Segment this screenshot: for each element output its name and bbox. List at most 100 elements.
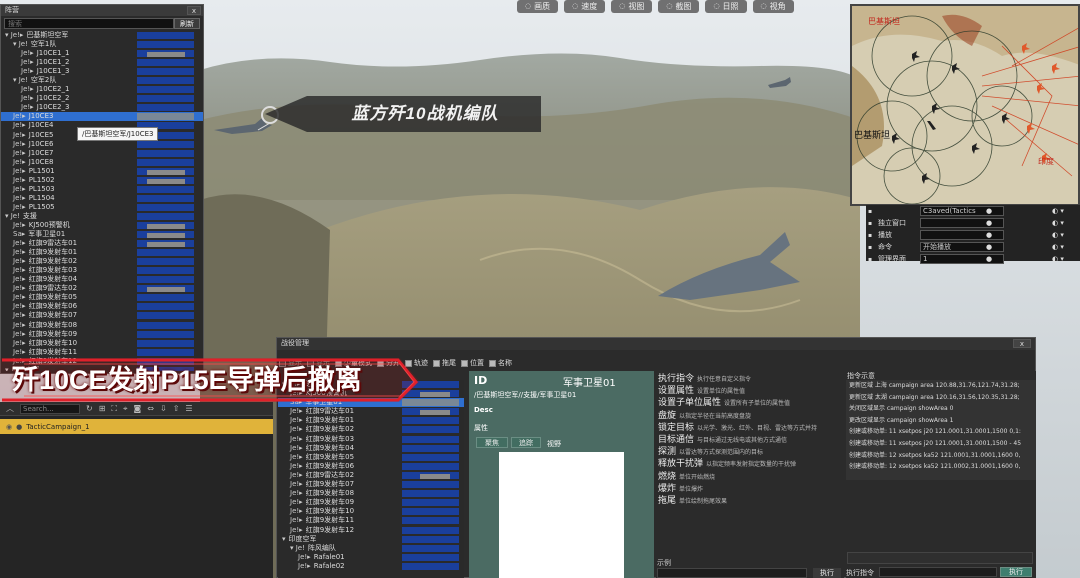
command-item[interactable]: 设置属性 设置单位的属性值 (656, 383, 844, 395)
filter-checkbox[interactable]: 名称 (489, 358, 512, 368)
toolbar-button-1[interactable]: ◌ 速度 (564, 0, 606, 13)
command-log-entry[interactable]: 更改区域显示 campaign showArea 1 (846, 415, 1036, 427)
tree-row[interactable]: ▾ Je!▸ 巴基斯坦空军 (1, 31, 203, 40)
property-dot-icon[interactable]: ● (986, 219, 992, 227)
tactic-item[interactable]: ◉ ● TacticCampaign_1 (0, 419, 273, 434)
tree-row[interactable]: Je!▸ 红旗9发射车07 (278, 480, 464, 489)
tree-row[interactable]: Je!▸ 红旗9发射车08 (1, 321, 203, 330)
property-control[interactable]: ◐ ▾ (1052, 231, 1064, 239)
tree-row[interactable]: Je!▸ 红旗9发射车06 (278, 462, 464, 471)
tree-row[interactable]: Je!▸ 红旗9发射车02 (1, 257, 203, 266)
command-item[interactable]: 探测 以雷达等方式探测范围内的目标 (656, 444, 844, 456)
formation-refresh-button[interactable]: 刷新 (174, 18, 200, 29)
tree-row[interactable]: Je!▸ J10CE2_3 (1, 103, 203, 112)
tree-row[interactable]: Je!▸ 红旗9雷达车01 (1, 239, 203, 248)
command-item[interactable]: 锁定目标 以光学、激光、红外、目视、雷达等方式并持 (656, 420, 844, 432)
command-log-entry[interactable]: 创建或移动单: 12 xsetpos ka52 121.0001,31.0001… (846, 450, 1036, 462)
tree-row[interactable]: ▾ Je! 空军1队 (1, 40, 203, 49)
command-item[interactable]: 释放干扰弹 以指定频率发射指定数量的干扰弹 (656, 456, 844, 468)
formation-panel-close-button[interactable]: x (187, 6, 201, 15)
command-item[interactable]: 拖尾 单位绘制拖尾效果 (656, 493, 844, 505)
command-item[interactable]: 执行指令 执行任意自定义指令 (656, 371, 844, 383)
property-control[interactable]: ◐ ▾ (1052, 219, 1064, 227)
tree-row[interactable]: Je!▸ J10CE1_2 (1, 58, 203, 67)
tree-row[interactable]: ▾ Je! 支援 (1, 212, 203, 221)
tree-row[interactable]: Je!▸ 红旗9发射车01 (1, 248, 203, 257)
command-item[interactable]: 设置子单位属性 设置所有子单位的属性值 (656, 395, 844, 407)
tree-row[interactable]: Je!▸ 红旗9发射车09 (1, 330, 203, 339)
tree-row[interactable]: Je!▸ PL1501 (1, 167, 203, 176)
tree-row[interactable]: Je!▸ 红旗9雷达车02 (1, 284, 203, 293)
tree-row[interactable]: Je!▸ PL1502 (1, 176, 203, 185)
tree-row[interactable]: Je!▸ J10CE1_3 (1, 67, 203, 76)
campaign-close-button[interactable]: x (1013, 339, 1031, 348)
focus-button[interactable]: 聚焦 (476, 437, 508, 448)
tree-row[interactable]: ▾印度空军 (278, 535, 464, 544)
filter-checkbox[interactable]: 位置 (461, 358, 484, 368)
tree-row[interactable]: Je!▸ 红旗9雷达车02 (278, 471, 464, 480)
property-dot-icon[interactable]: ● (986, 207, 992, 215)
tree-row[interactable]: Je!▸ J10CE8 (1, 158, 203, 167)
toolbar-button-2[interactable]: ◌ 视图 (611, 0, 653, 13)
command-log-entry[interactable]: 创建或移动单: 11 xsetpos j20 121.0001,31.0001,… (846, 426, 1036, 438)
command-log-entry[interactable]: 关闭区域显示 campaign showArea 0 (846, 403, 1036, 415)
tree-row[interactable]: Je!▸ 红旗9发射车04 (1, 275, 203, 284)
tree-row[interactable]: ▾ Je! 空军2队 (1, 76, 203, 85)
tree-row[interactable]: Je!▸ PL1505 (1, 203, 203, 212)
command-item[interactable]: 盘旋 以指定半径在当前高度盘旋 (656, 408, 844, 420)
tree-row[interactable]: Je!▸ J10CE2_2 (1, 94, 203, 103)
command-item[interactable]: 爆炸 单位爆炸 (656, 481, 844, 493)
exec-cmd-input[interactable] (879, 567, 997, 577)
command-log-entry[interactable]: 更新区域 太湖 campaign area 120.16,31.56,120.3… (846, 392, 1036, 404)
property-control[interactable]: ◐ ▾ (1052, 243, 1064, 251)
property-dot-icon[interactable]: ● (986, 243, 992, 251)
toolbar-button-3[interactable]: ◌ 截图 (658, 0, 700, 13)
tree-row[interactable]: ▾ Je! 阵风编队 (278, 544, 464, 553)
tree-row[interactable]: Je!▸ 红旗9发射车10 (1, 339, 203, 348)
command-execute-button[interactable]: 执行 (813, 568, 841, 578)
tree-row[interactable]: Je!▸ Rafale02 (278, 562, 464, 571)
property-dot-icon[interactable]: ● (986, 231, 992, 239)
tree-row[interactable]: Je!▸ 红旗9雷达车01 (278, 407, 464, 416)
tree-row-prefix: Je!▸ (290, 443, 303, 452)
tree-row[interactable]: Je!▸ 红旗9发射车05 (278, 453, 464, 462)
tree-row[interactable]: Je!▸红旗9发射车12 (278, 526, 464, 535)
tree-row[interactable]: Je!▸ 红旗9发射车04 (278, 444, 464, 453)
tree-row[interactable]: Je!▸ 红旗9发射车03 (278, 435, 464, 444)
tree-row[interactable]: Je!▸ J10CE2_1 (1, 85, 203, 94)
tree-row[interactable]: Je!▸ 红旗9发射车09 (278, 498, 464, 507)
example-input[interactable] (657, 568, 807, 578)
property-dot-icon[interactable]: ● (986, 255, 992, 263)
command-log-entry[interactable]: 创建或移动单: 12 xsetpos ka52 121.0002,31.0001… (846, 461, 1036, 473)
tree-row[interactable]: Je!▸KJ500预警机 (1, 221, 203, 230)
unit-id-label: ID (474, 374, 488, 387)
tree-row[interactable]: Je!▸ PL1504 (1, 194, 203, 203)
exec-cmd-button[interactable]: 执行 (1000, 567, 1032, 577)
tree-row[interactable]: Je!▸ Rafale01 (278, 553, 464, 562)
toolbar-button-0[interactable]: ◌ 画质 (517, 0, 559, 13)
filter-checkbox[interactable]: 拖尾 (433, 358, 456, 368)
formation-search-input[interactable] (4, 18, 174, 29)
tree-row[interactable]: Je!▸ 红旗9发射车08 (278, 489, 464, 498)
tree-row[interactable]: Je!▸ J10CE7 (1, 149, 203, 158)
tree-row[interactable]: Je!▸ PL1503 (1, 185, 203, 194)
tree-row[interactable]: Je!▸ 红旗9发射车11 (278, 516, 464, 525)
visibility-icon[interactable]: ◉ (6, 423, 12, 431)
tree-row[interactable]: Je!▸ 红旗9发射车03 (1, 266, 203, 275)
tree-row[interactable]: Je!▸ J10CE1_1 (1, 49, 203, 58)
tree-row[interactable]: Je!▸ 红旗9发射车07 (1, 311, 203, 320)
command-item[interactable]: 燃烧 单位开始燃烧 (656, 469, 844, 481)
command-log-entry[interactable]: 更新区域 上海 campaign area 120.88,31.76,121.7… (846, 380, 1036, 392)
minimap[interactable]: 巴基斯坦 巴基斯坦 印度 (850, 4, 1080, 206)
toolbar-button-4[interactable]: ◌ 日照 (705, 0, 747, 13)
tree-row[interactable]: Je!▸ J10CE3 (1, 112, 203, 122)
command-item[interactable]: 目标通信 与目标通过无线电或其他方式通信 (656, 432, 844, 444)
track-button[interactable]: 追踪 (511, 437, 541, 448)
tree-row[interactable]: Je!▸ 红旗9发射车02 (278, 425, 464, 434)
property-control[interactable]: ◐ ▾ (1052, 255, 1064, 263)
property-control[interactable]: ◐ ▾ (1052, 207, 1064, 215)
command-log-scroll[interactable] (847, 552, 1033, 564)
toolbar-button-5[interactable]: ◌ 视角 (752, 0, 794, 13)
tree-row[interactable]: Sa▸ 军事卫星01 (1, 230, 203, 239)
command-log-entry[interactable]: 创建或移动单: 11 xsetpos j20 121.0001,31.0001,… (846, 438, 1036, 450)
